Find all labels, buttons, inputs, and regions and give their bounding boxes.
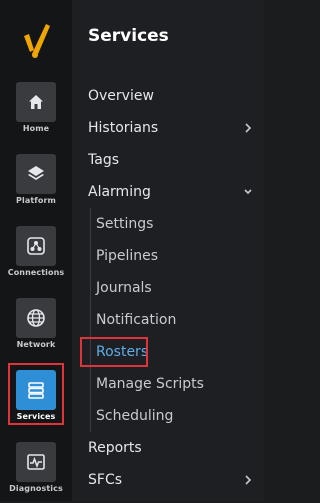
rail-item-home[interactable]: Home — [0, 82, 72, 138]
menu-item-historians[interactable]: Historians — [88, 115, 254, 141]
rail-label-connections: Connections — [7, 268, 65, 277]
menu-item-alarming[interactable]: Alarming — [88, 179, 254, 205]
menu-item-sfcs[interactable]: SFCs — [88, 467, 254, 493]
nav-rail: Home Platform Connections Network Servic… — [0, 0, 72, 501]
chevron-right-icon — [242, 115, 254, 141]
submenu-item-manage-scripts[interactable]: Manage Scripts — [96, 371, 204, 397]
rail-label-network: Network — [16, 340, 56, 349]
menu-item-reports[interactable]: Reports — [88, 435, 254, 461]
chevron-down-icon — [242, 179, 254, 205]
menu-item-label: Overview — [88, 88, 154, 104]
menu-item-label: Historians — [88, 120, 159, 136]
submenu-item-scheduling[interactable]: Scheduling — [96, 403, 173, 429]
logo-icon — [24, 24, 50, 58]
home-icon — [16, 82, 56, 122]
rail-label-platform: Platform — [16, 196, 56, 205]
panel-title: Services — [88, 26, 169, 46]
menu-item-overview[interactable]: Overview — [88, 83, 254, 109]
globe-icon — [16, 298, 56, 338]
submenu-item-pipelines[interactable]: Pipelines — [96, 243, 158, 269]
brand-logo[interactable] — [18, 20, 54, 60]
layers-icon — [16, 154, 56, 194]
submenu-item-journals[interactable]: Journals — [96, 275, 152, 301]
rail-item-network[interactable]: Network — [0, 298, 72, 354]
submenu-item-settings[interactable]: Settings — [96, 211, 153, 237]
submenu-item-notification[interactable]: Notification — [96, 307, 176, 333]
chevron-right-icon — [242, 467, 254, 493]
rail-item-platform[interactable]: Platform — [0, 154, 72, 210]
menu-item-label: Tags — [88, 152, 119, 168]
rail-label-diagnostics: Diagnostics — [9, 484, 63, 493]
services-panel: Services Overview Historians Tags Alarmi… — [72, 0, 264, 501]
highlight-box-services — [8, 363, 64, 425]
highlight-box-rosters — [80, 337, 148, 367]
pulse-icon — [16, 442, 56, 482]
rail-label-home: Home — [22, 124, 50, 133]
connections-icon — [16, 226, 56, 266]
menu-item-label: Alarming — [88, 184, 151, 200]
submenu-guide-line — [90, 208, 91, 432]
menu-item-tags[interactable]: Tags — [88, 147, 254, 173]
rail-item-diagnostics[interactable]: Diagnostics — [0, 442, 72, 498]
rail-item-connections[interactable]: Connections — [0, 226, 72, 282]
menu-item-label: SFCs — [88, 472, 123, 488]
menu-item-label: Reports — [88, 440, 142, 456]
